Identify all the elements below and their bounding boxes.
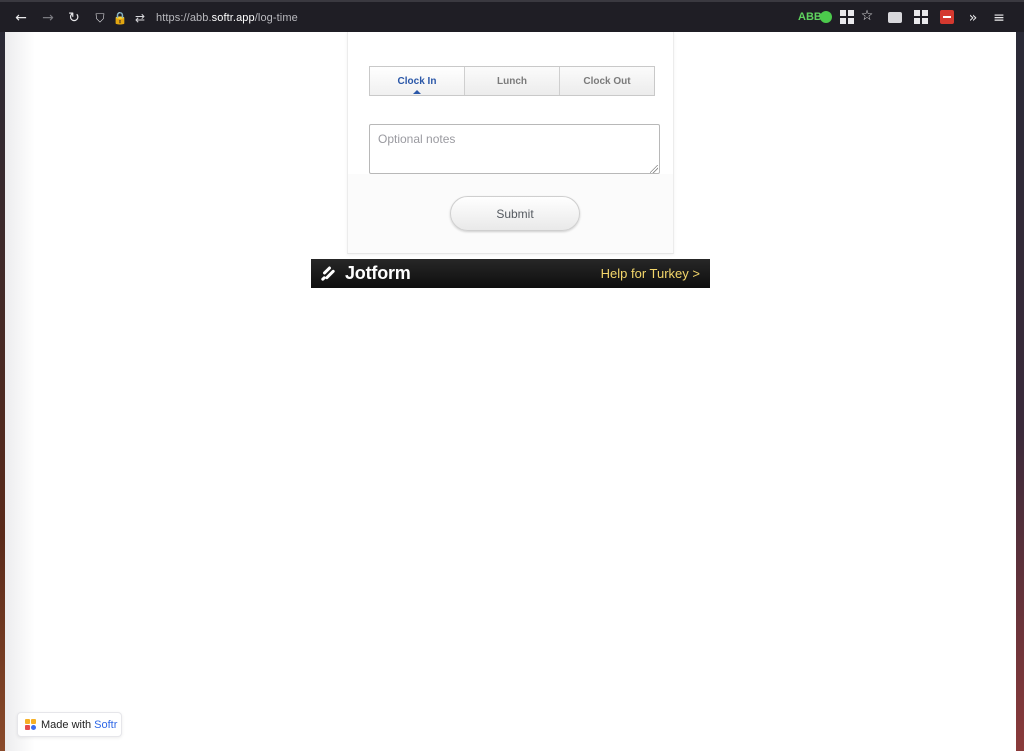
url-domain: softr.app: [211, 12, 255, 24]
submit-button[interactable]: Submit: [450, 196, 580, 231]
lock-icon[interactable]: 🔒: [110, 11, 130, 25]
softr-brand-label: Softr: [94, 718, 118, 731]
jotform-mark-icon: [320, 265, 337, 282]
status-dot-icon[interactable]: [820, 11, 832, 23]
browser-toolbar: ← → ↻ ⛉ 🔒 ⇄ https://abb.softr.app/log-ti…: [0, 0, 1024, 32]
tab-clock-in-label: Clock In: [397, 75, 437, 87]
tab-lunch-label: Lunch: [497, 75, 527, 87]
url-prefix: https://abb.: [156, 12, 212, 24]
active-caret-icon: [413, 90, 421, 94]
softr-logo-icon: [25, 719, 36, 730]
tab-lunch[interactable]: Lunch: [465, 67, 560, 95]
page-left-shade: [5, 32, 35, 751]
extension-red-icon[interactable]: [940, 10, 954, 24]
jotform-brand-name: Jotform: [345, 263, 411, 283]
qr-code-icon[interactable]: [840, 10, 854, 24]
desktop-edge-right: [1016, 32, 1024, 751]
extension-badge-abb[interactable]: ABB: [798, 11, 822, 23]
help-for-turkey-link[interactable]: Help for Turkey >: [601, 266, 700, 281]
overflow-chevron-icon[interactable]: »: [962, 7, 984, 29]
log-time-form-card: Clock In Lunch Clock Out Submit: [347, 32, 674, 254]
page-content: Clock In Lunch Clock Out Submit Jotform …: [5, 32, 1016, 751]
tab-clock-in[interactable]: Clock In: [370, 67, 465, 95]
address-bar[interactable]: ⛉ 🔒 ⇄ https://abb.softr.app/log-time: [90, 6, 880, 30]
shield-icon[interactable]: ⛉: [90, 11, 110, 26]
menu-icon[interactable]: ≡: [988, 7, 1010, 29]
url-text[interactable]: https://abb.softr.app/log-time: [156, 12, 298, 24]
reload-icon[interactable]: ↻: [63, 7, 85, 29]
notes-textarea[interactable]: [369, 124, 660, 174]
punch-type-tabs: Clock In Lunch Clock Out: [369, 66, 655, 96]
tab-clock-out[interactable]: Clock Out: [560, 67, 654, 95]
jotform-banner[interactable]: Jotform Help for Turkey >: [311, 259, 710, 288]
forward-arrow-icon[interactable]: →: [37, 7, 59, 29]
permissions-icon[interactable]: ⇄: [130, 11, 150, 25]
jotform-logo: Jotform: [320, 263, 411, 284]
made-with-softr-badge[interactable]: Made with Softr: [17, 712, 122, 737]
url-path: /log-time: [254, 12, 298, 24]
tab-clock-out-label: Clock Out: [583, 75, 631, 87]
extension-wallet-icon[interactable]: [888, 12, 902, 23]
bookmark-star-icon[interactable]: ☆: [859, 8, 875, 24]
textarea-resize-handle[interactable]: [650, 165, 658, 173]
extensions-grid-icon[interactable]: [914, 10, 928, 24]
back-arrow-icon[interactable]: ←: [10, 7, 32, 29]
made-with-label: Made with: [41, 718, 92, 731]
